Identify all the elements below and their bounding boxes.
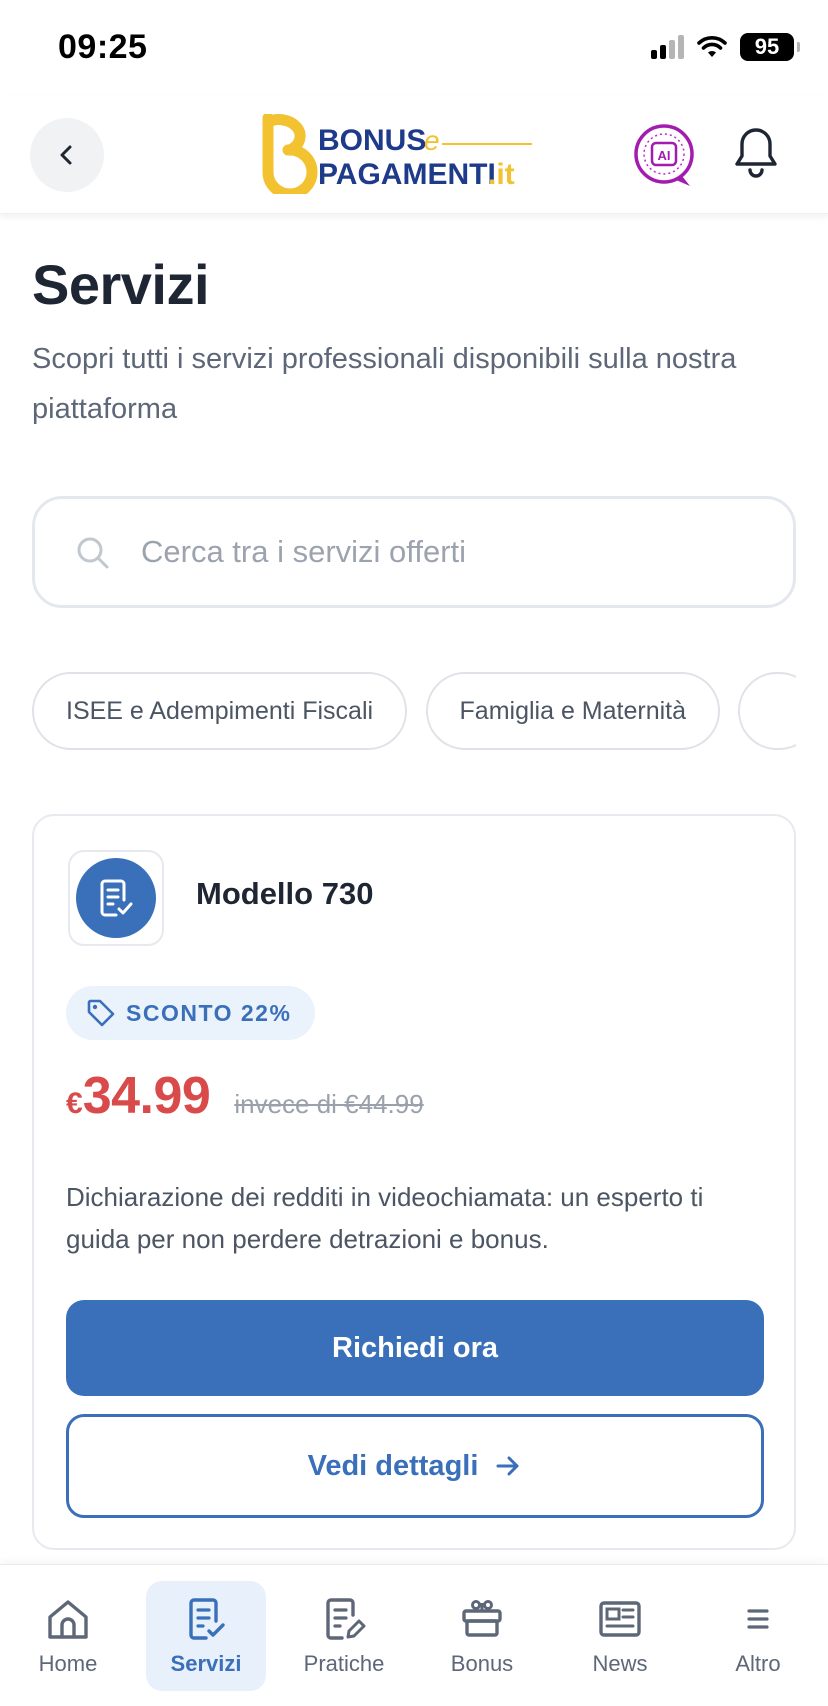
request-now-button[interactable]: Richiedi ora [66, 1300, 764, 1396]
chevron-left-icon [60, 145, 72, 165]
service-icon [76, 858, 156, 938]
page-subtitle: Scopri tutti i servizi professionali dis… [32, 343, 737, 425]
nav-pratiche-label: Pratiche [303, 1651, 385, 1676]
chip-famiglia[interactable]: Famiglia e Maternità [425, 672, 721, 750]
nav-pratiche[interactable]: Pratiche [284, 1581, 404, 1691]
service-icon-frame [68, 850, 164, 946]
nav-servizi-label: Servizi [170, 1651, 242, 1676]
status-bar: 09:25 95 [0, 0, 828, 96]
logo-word-pagamenti: PAGAMENTI [318, 158, 496, 191]
ai-badge-label: AI [658, 148, 671, 163]
nav-news[interactable]: News [560, 1581, 680, 1691]
brand-logo[interactable]: BONUS e PAGAMENTI .it [262, 114, 562, 194]
cellular-signal-icon [651, 35, 684, 59]
service-title: Modello 730 [196, 876, 374, 911]
search-input[interactable] [141, 527, 761, 577]
menu-icon [747, 1609, 769, 1629]
view-details-label: Vedi dettagli [307, 1449, 479, 1482]
view-details-button[interactable]: Vedi dettagli [66, 1414, 764, 1518]
battery-icon: 95 [740, 33, 800, 61]
document-check-icon [100, 879, 133, 917]
nav-home-label: Home [38, 1651, 98, 1676]
old-price: invece di €44.99 [234, 1089, 424, 1119]
chip-isee[interactable]: ISEE e Adempimenti Fiscali [32, 672, 408, 750]
price-value: 34.99 [82, 1067, 211, 1125]
logo-word-bonus: BONUS [318, 124, 426, 157]
logo-tld: .it [488, 158, 515, 191]
ai-assistant-button[interactable]: AI [630, 122, 698, 190]
document-check-icon [189, 1598, 225, 1640]
nav-bonus-label: Bonus [450, 1651, 514, 1676]
back-button[interactable] [30, 118, 104, 192]
wifi-icon [697, 36, 727, 57]
discount-badge: SCONTO 22% [66, 986, 316, 1040]
document-edit-icon [326, 1598, 366, 1640]
bottom-navigation: Home Servizi Pratiche Bonus News Altro [0, 1564, 828, 1706]
notifications-bell-icon[interactable] [732, 124, 780, 180]
price-row: € 34.99 invece di €44.99 [66, 1066, 424, 1126]
discount-label: SCONTO 22% [126, 999, 292, 1026]
nav-bonus[interactable]: Bonus [422, 1581, 542, 1691]
newspaper-icon [599, 1601, 641, 1637]
nav-altro[interactable]: Altro [698, 1581, 818, 1691]
page-title: Servizi [32, 253, 210, 316]
service-description: Dichiarazione dei redditi in videochiama… [66, 1182, 704, 1254]
request-now-label: Richiedi ora [332, 1331, 498, 1364]
service-card: Modello 730 SCONTO 22% € 34.99 invece di… [32, 814, 796, 1550]
chip-partial[interactable] [738, 672, 796, 750]
nav-home[interactable]: Home [8, 1581, 128, 1691]
search-box[interactable] [32, 496, 796, 608]
category-chips: ISEE e Adempimenti Fiscali Famiglia e Ma… [32, 672, 796, 752]
status-time: 09:25 [58, 28, 148, 66]
price-currency: € [66, 1087, 83, 1120]
nav-news-label: News [592, 1651, 648, 1676]
tag-icon [87, 999, 115, 1027]
arrow-right-icon [496, 1456, 519, 1476]
nav-servizi[interactable]: Servizi [146, 1581, 266, 1691]
nav-altro-label: Altro [735, 1651, 781, 1676]
home-icon [48, 1600, 88, 1639]
gift-icon [462, 1600, 502, 1637]
status-icons: 95 [651, 32, 800, 62]
logo-connector: e [424, 125, 440, 156]
app-header: BONUS e PAGAMENTI .it AI [0, 96, 828, 214]
search-icon [77, 537, 109, 569]
